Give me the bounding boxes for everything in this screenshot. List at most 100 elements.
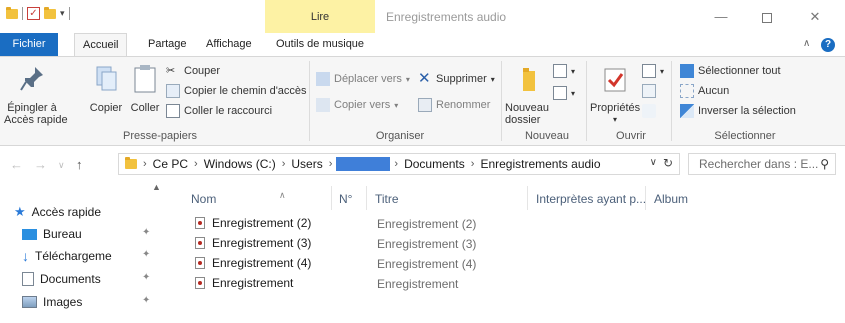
table-row[interactable]: Enregistrement Enregistrement	[193, 274, 593, 294]
paste-button[interactable]: Coller	[128, 63, 162, 114]
sidebar-item-documents[interactable]: Documents ✦	[22, 269, 150, 289]
pin-icon[interactable]: ✦	[142, 249, 150, 260]
history-button[interactable]	[642, 103, 656, 119]
tab-home[interactable]: Accueil	[74, 33, 128, 57]
search-icon[interactable]: ⚲	[820, 157, 829, 171]
pin-quick-access-label: Épingler à Accès rapide	[4, 102, 68, 126]
table-row[interactable]: Enregistrement (3) Enregistrement (3)	[193, 234, 593, 254]
dropdown-arrow-icon: ▾	[571, 66, 576, 76]
copy-to-button[interactable]: Copier vers ▾	[316, 97, 398, 113]
paste-icon	[134, 65, 156, 93]
open-button[interactable]: ▾	[642, 63, 664, 79]
tab-music-tools[interactable]: Outils de musique	[268, 33, 373, 56]
breadcrumb-documents[interactable]: Documents	[400, 157, 469, 171]
pin-icon	[20, 67, 43, 91]
breadcrumb-separator-icon[interactable]: ›	[192, 158, 200, 170]
column-header-album[interactable]: Album	[648, 182, 728, 212]
paste-label: Coller	[130, 102, 160, 114]
file-name-cell[interactable]: Enregistrement (2)	[195, 216, 311, 230]
dropdown-arrow-icon: ▾	[612, 115, 617, 124]
search-input[interactable]: Rechercher dans : E... ⚲	[688, 153, 836, 175]
collapse-ribbon-chevron-icon[interactable]: ∧	[803, 38, 810, 49]
column-header-track-number[interactable]: N°	[333, 182, 373, 212]
new-folder-icon[interactable]	[44, 6, 56, 19]
table-row[interactable]: Enregistrement (4) Enregistrement (4)	[193, 254, 593, 274]
breadcrumb-audio-recordings[interactable]: Enregistrements audio	[476, 157, 604, 171]
sidebar-item-desktop[interactable]: Bureau ✦	[22, 224, 150, 244]
redacted-username[interactable]	[336, 157, 391, 171]
move-to-button[interactable]: Déplacer vers ▾	[316, 71, 410, 87]
file-title: Enregistrement	[377, 277, 459, 291]
invert-selection-button[interactable]: Inverser la sélection	[680, 103, 796, 119]
sidebar-item-images[interactable]: Images ✦	[22, 292, 150, 312]
file-name: Enregistrement (2)	[212, 216, 312, 230]
recent-locations-chevron-icon[interactable]: ∨	[58, 160, 65, 171]
column-divider[interactable]	[331, 186, 332, 210]
maximize-button[interactable]	[752, 6, 782, 28]
minimize-button[interactable]: —	[706, 6, 736, 28]
up-arrow-icon[interactable]: ↑	[76, 157, 83, 172]
select-all-button[interactable]: Sélectionner tout	[680, 63, 781, 79]
breadcrumb-separator-icon[interactable]: ›	[469, 158, 477, 170]
file-name-cell[interactable]: Enregistrement (3)	[195, 236, 311, 250]
sidebar-item-quick-access[interactable]: ★ Accès rapide	[14, 202, 101, 222]
table-row[interactable]: Enregistrement (2) Enregistrement (2)	[193, 214, 593, 234]
breadcrumb-separator-icon[interactable]: ›	[280, 158, 288, 170]
scroll-up-arrow-icon[interactable]: ▲	[152, 182, 161, 192]
properties-check-icon[interactable]: ✓	[27, 7, 40, 20]
dropdown-arrow-icon: ▾	[660, 66, 665, 76]
customize-toolbar-dropdown[interactable]: ▾	[60, 8, 65, 19]
pin-icon[interactable]: ✦	[142, 272, 150, 283]
sidebar-item-downloads[interactable]: ↓ Téléchargeme ✦	[22, 246, 150, 266]
address-history-chevron-icon[interactable]: ∨	[650, 157, 657, 168]
new-item-button[interactable]: ▾	[553, 63, 575, 79]
column-header-title[interactable]: Titre	[369, 182, 519, 212]
new-folder-icon	[523, 68, 535, 91]
select-none-button[interactable]: Aucun	[680, 83, 729, 99]
tab-file[interactable]: Fichier	[0, 33, 58, 56]
paste-shortcut-button[interactable]: Coller le raccourci	[166, 103, 272, 119]
column-divider[interactable]	[366, 186, 367, 210]
address-bar[interactable]: › Ce PC › Windows (C:) › Users › › Docum…	[118, 153, 680, 175]
rename-button[interactable]: Renommer	[418, 97, 490, 113]
pin-quick-access-button[interactable]: Épingler à Accès rapide	[4, 63, 68, 126]
copy-button[interactable]: Copier	[86, 63, 126, 114]
properties-button[interactable]: Propriétés ▾	[590, 63, 640, 126]
breadcrumb-separator-icon[interactable]: ›	[392, 158, 400, 170]
easy-access-button[interactable]: ▾	[553, 85, 575, 101]
breadcrumb-this-pc[interactable]: Ce PC	[149, 157, 192, 171]
close-button[interactable]: ✕	[800, 6, 830, 28]
tab-share[interactable]: Partage	[140, 33, 195, 56]
file-title: Enregistrement (3)	[377, 237, 477, 251]
refresh-icon[interactable]: ↻	[663, 156, 673, 170]
back-arrow-icon[interactable]: ←	[10, 157, 23, 172]
breadcrumb-windows-c[interactable]: Windows (C:)	[200, 157, 280, 171]
tab-view[interactable]: Affichage	[198, 33, 260, 56]
sort-ascending-icon: ∧	[279, 190, 286, 200]
breadcrumb-separator-icon[interactable]: ›	[327, 158, 335, 170]
new-folder-button[interactable]: Nouveau dossier	[505, 63, 551, 126]
sidebar-item-label: Bureau	[43, 227, 82, 241]
column-divider[interactable]	[527, 186, 528, 210]
pin-icon[interactable]: ✦	[142, 227, 150, 238]
column-header-name[interactable]: ∧ Nom	[185, 182, 329, 212]
delete-button[interactable]: ✕ Supprimer ▾	[418, 71, 495, 87]
pin-icon[interactable]: ✦	[142, 295, 150, 306]
edit-icon	[642, 84, 656, 98]
folder-icon	[6, 6, 18, 19]
edit-button[interactable]	[642, 83, 656, 99]
file-name-cell[interactable]: Enregistrement (4)	[195, 256, 311, 270]
file-title: Enregistrement (2)	[377, 217, 477, 231]
copy-path-button[interactable]: Copier le chemin d'accès	[166, 83, 307, 99]
breadcrumb-users[interactable]: Users	[287, 157, 326, 171]
column-header-contributing-artists[interactable]: Interprètes ayant p...	[530, 182, 648, 212]
properties-label: Propriétés	[590, 102, 641, 114]
cut-button[interactable]: ✂ Couper	[166, 63, 220, 79]
folder-icon	[125, 157, 137, 169]
breadcrumb-separator-icon[interactable]: ›	[141, 158, 149, 170]
help-icon[interactable]: ?	[821, 38, 835, 52]
file-name-cell[interactable]: Enregistrement	[195, 276, 293, 290]
delete-x-icon: ✕	[418, 70, 431, 87]
column-divider[interactable]	[645, 186, 646, 210]
forward-arrow-icon[interactable]: →	[34, 157, 47, 172]
